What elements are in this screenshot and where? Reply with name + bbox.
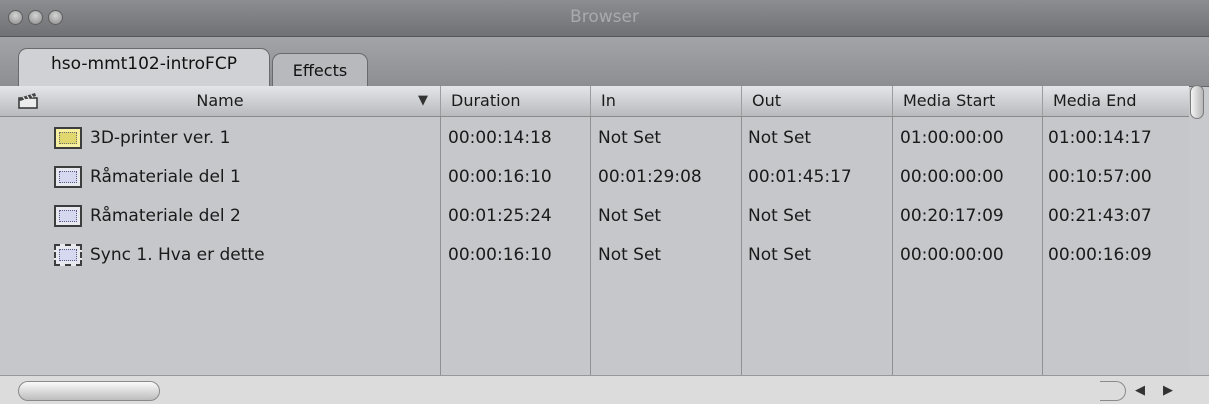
column-header-name-label: Name <box>196 91 244 110</box>
table-row[interactable]: Råmateriale del 1 00:00:16:10 00:01:29:0… <box>0 158 1189 196</box>
horizontal-scrollbar[interactable]: ◀ ▶ <box>0 375 1209 404</box>
column-header-media-end[interactable]: Media End <box>1042 86 1189 116</box>
row-name: Råmateriale del 1 <box>90 167 241 187</box>
row-media-end: 00:00:16:09 <box>1048 245 1152 265</box>
scroll-track-end <box>1100 381 1126 401</box>
table-row[interactable]: Sync 1. Hva er dette 00:00:16:10 Not Set… <box>0 236 1189 274</box>
row-media-end: 00:21:43:07 <box>1048 206 1152 226</box>
row-duration: 00:00:16:10 <box>448 167 552 187</box>
column-header-out[interactable]: Out <box>741 86 892 116</box>
window-title: Browser <box>570 7 639 27</box>
scroll-left-icon[interactable]: ◀ <box>1130 380 1150 402</box>
row-duration: 00:01:25:24 <box>448 206 552 226</box>
vertical-scroll-thumb[interactable] <box>1190 85 1204 119</box>
title-bar: Browser <box>0 0 1209 37</box>
row-out: Not Set <box>748 128 812 148</box>
row-out: Not Set <box>748 206 812 226</box>
column-header-row: Name ▼ Duration In Out Media Start Media… <box>0 86 1189 117</box>
row-duration: 00:00:16:10 <box>448 245 552 265</box>
clip-icon <box>54 166 82 188</box>
browser-list: 3D-printer ver. 1 00:00:14:18 Not Set No… <box>0 117 1189 375</box>
row-media-start: 00:20:17:09 <box>900 206 1004 226</box>
clapperboard-icon <box>18 93 38 109</box>
tab-effects[interactable]: Effects <box>272 53 368 86</box>
row-media-end: 01:00:14:17 <box>1048 128 1152 148</box>
row-name: Råmateriale del 2 <box>90 206 241 226</box>
sequence-icon <box>54 127 82 149</box>
column-header-media-start[interactable]: Media Start <box>892 86 1042 116</box>
row-out: Not Set <box>748 245 812 265</box>
column-header-in[interactable]: In <box>590 86 741 116</box>
row-name: 3D-printer ver. 1 <box>90 128 231 148</box>
clip-icon <box>54 205 82 227</box>
row-media-end: 00:10:57:00 <box>1048 167 1152 187</box>
table-row[interactable]: Råmateriale del 2 00:01:25:24 Not Set No… <box>0 197 1189 235</box>
sort-down-icon[interactable]: ▼ <box>418 86 428 116</box>
column-header-name[interactable]: Name ▼ <box>0 86 440 116</box>
scroll-right-icon[interactable]: ▶ <box>1158 380 1178 402</box>
horizontal-scroll-thumb[interactable] <box>18 381 160 401</box>
sync-clip-icon <box>54 244 82 266</box>
browser-window: Browser hso-mmt102-introFCP Effects Name… <box>0 0 1209 404</box>
row-duration: 00:00:14:18 <box>448 128 552 148</box>
row-media-start: 00:00:00:00 <box>900 245 1004 265</box>
tab-bar: hso-mmt102-introFCP Effects <box>0 37 1209 119</box>
row-in: Not Set <box>598 245 662 265</box>
column-header-duration[interactable]: Duration <box>440 86 590 116</box>
row-in: Not Set <box>598 128 662 148</box>
tab-hso-mmt102-introfcp[interactable]: hso-mmt102-introFCP <box>18 48 270 86</box>
row-in: Not Set <box>598 206 662 226</box>
row-name: Sync 1. Hva er dette <box>90 245 265 265</box>
row-in: 00:01:29:08 <box>598 167 702 187</box>
row-out: 00:01:45:17 <box>748 167 852 187</box>
row-media-start: 00:00:00:00 <box>900 167 1004 187</box>
table-row[interactable]: 3D-printer ver. 1 00:00:14:18 Not Set No… <box>0 119 1189 157</box>
row-media-start: 01:00:00:00 <box>900 128 1004 148</box>
